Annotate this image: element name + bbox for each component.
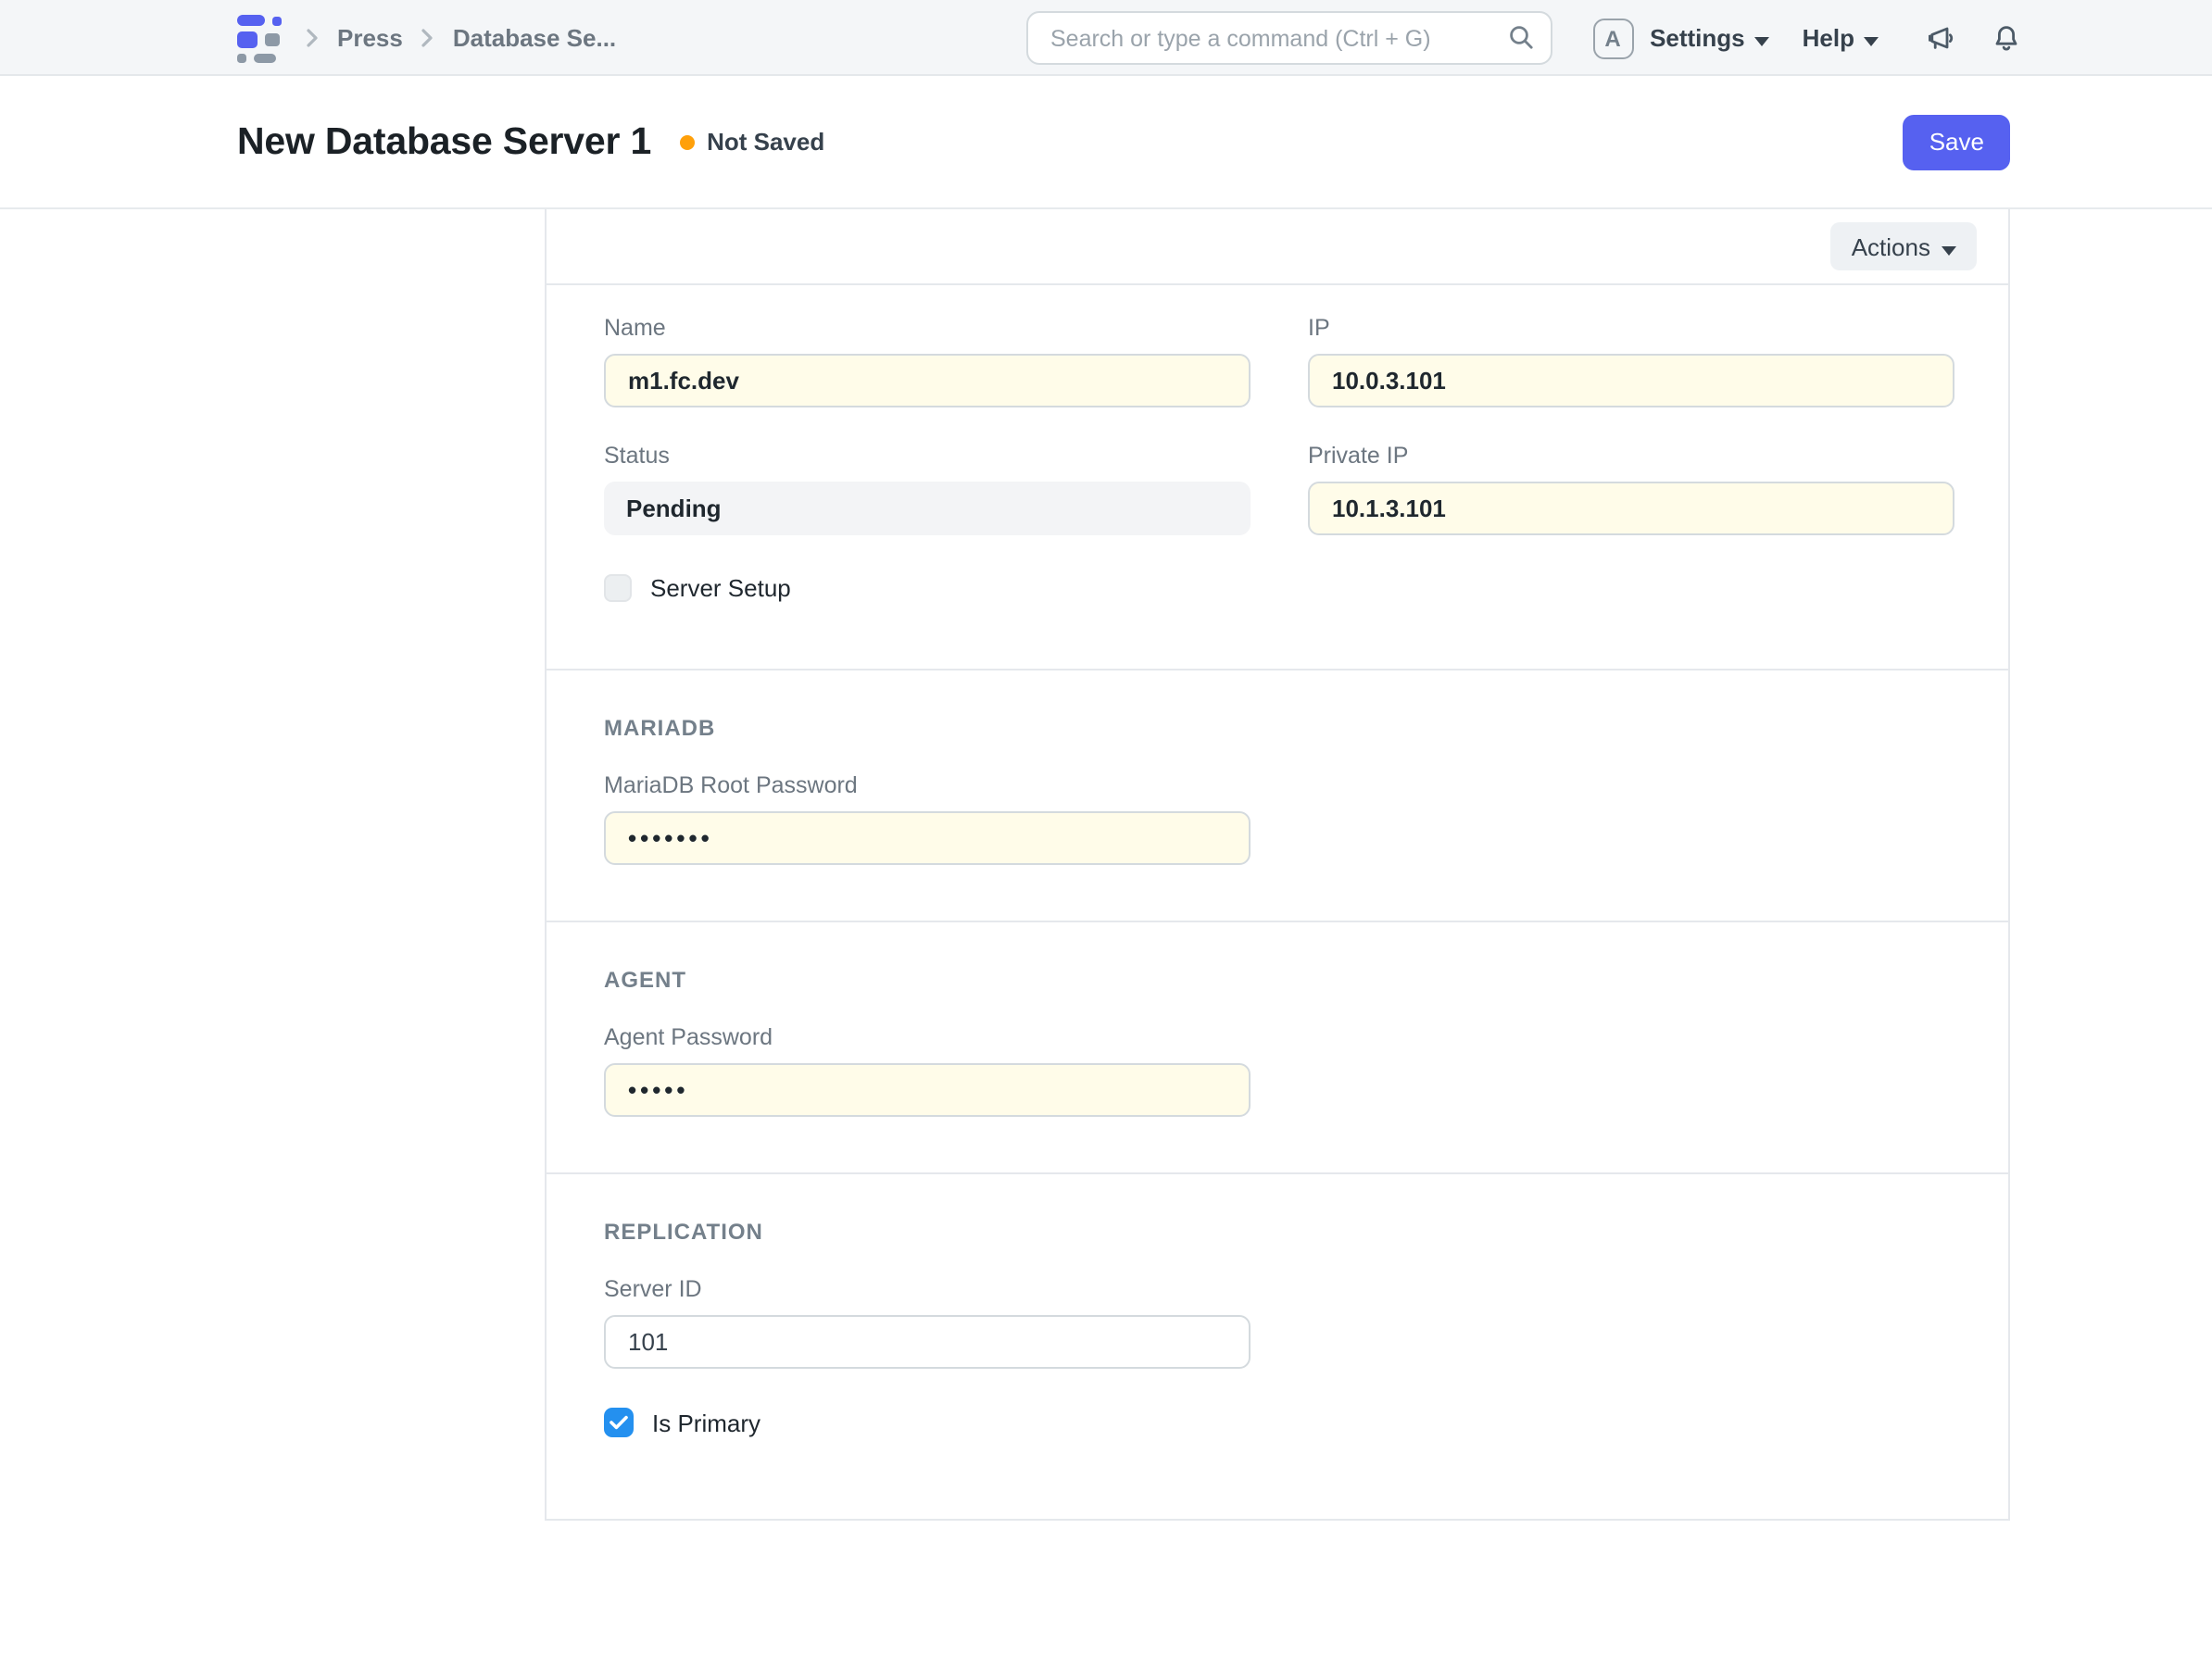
field-status: Status Pending [604, 443, 1251, 535]
name-label: Name [604, 315, 1251, 341]
field-agent-password: Agent Password [604, 1024, 1251, 1117]
help-menu[interactable]: Help [1803, 24, 1879, 52]
name-input[interactable] [604, 354, 1251, 407]
field-grid: Name IP Status Pending Private IP [604, 315, 1951, 535]
agent-section-heading: AGENT [604, 967, 1951, 993]
field-private-ip: Private IP [1308, 443, 1954, 535]
breadcrumb-chevron-icon [306, 28, 319, 48]
search-input[interactable] [1026, 11, 1552, 65]
mariadb-section-heading: MARIADB [604, 715, 1951, 741]
indicator-label: Not Saved [707, 128, 824, 156]
checkbox-unchecked-icon [604, 574, 632, 602]
is-primary-label: Is Primary [652, 1409, 760, 1436]
section-replication: REPLICATION Server ID Is Primary [547, 1174, 2008, 1519]
breadcrumb-press[interactable]: Press [337, 24, 403, 52]
chevron-down-icon [1754, 24, 1769, 52]
form-card: Actions Name IP [545, 209, 2010, 1521]
save-status-indicator: Not Saved [679, 128, 824, 156]
search-icon [1508, 24, 1534, 59]
replication-section-heading: REPLICATION [604, 1219, 1951, 1245]
field-name: Name [604, 315, 1251, 407]
field-mariadb-root-password: MariaDB Root Password [604, 772, 1251, 865]
breadcrumb-database-server[interactable]: Database Se... [453, 24, 616, 52]
mariadb-root-password-input[interactable] [604, 811, 1251, 865]
chevron-down-icon [1864, 24, 1879, 52]
server-id-label: Server ID [604, 1276, 1251, 1302]
field-server-id: Server ID [604, 1276, 1251, 1369]
navbar-right: A Settings Help [1592, 0, 2019, 76]
server-setup-checkbox[interactable]: Server Setup [604, 574, 791, 602]
field-ip: IP [1308, 315, 1954, 407]
form-toolbar: Actions [547, 209, 2008, 285]
section-basic: Name IP Status Pending Private IP [547, 285, 2008, 670]
server-setup-label: Server Setup [650, 574, 791, 602]
announcements-megaphone-icon[interactable] [1925, 24, 1954, 52]
ip-label: IP [1308, 315, 1954, 341]
app-logo[interactable] [237, 13, 287, 63]
status-label: Status [604, 443, 1251, 469]
page-body: Actions Name IP [0, 209, 2212, 1521]
actions-button[interactable]: Actions [1831, 222, 1977, 270]
mariadb-root-password-label: MariaDB Root Password [604, 772, 1251, 798]
navbar-left: Press Database Se... [237, 0, 616, 76]
settings-label: Settings [1650, 24, 1745, 52]
status-readonly-value: Pending [604, 482, 1251, 535]
page-title: New Database Server 1 [237, 119, 651, 164]
agent-password-input[interactable] [604, 1063, 1251, 1117]
chevron-down-icon [1942, 232, 1956, 260]
indicator-dot-icon [679, 134, 694, 149]
server-id-input[interactable] [604, 1315, 1251, 1369]
section-agent: AGENT Agent Password [547, 922, 2008, 1174]
settings-menu[interactable]: Settings [1650, 24, 1769, 52]
user-avatar[interactable]: A [1592, 18, 1633, 58]
global-search [1026, 11, 1552, 65]
app-window: Press Database Se... A Settings Help [0, 0, 2212, 1654]
save-button[interactable]: Save [1904, 114, 2010, 169]
ip-input[interactable] [1308, 354, 1954, 407]
agent-password-label: Agent Password [604, 1024, 1251, 1050]
actions-label: Actions [1852, 232, 1930, 260]
private-ip-input[interactable] [1308, 482, 1954, 535]
notifications-bell-icon[interactable] [1993, 24, 2019, 52]
is-primary-checkbox[interactable]: Is Primary [604, 1408, 760, 1437]
section-mariadb: MARIADB MariaDB Root Password [547, 670, 2008, 922]
checkbox-checked-icon [604, 1408, 634, 1437]
top-navbar: Press Database Se... A Settings Help [0, 0, 2212, 76]
help-label: Help [1803, 24, 1854, 52]
private-ip-label: Private IP [1308, 443, 1954, 469]
page-header: New Database Server 1 Not Saved Save [0, 76, 2212, 209]
breadcrumb-chevron-icon [421, 28, 434, 48]
